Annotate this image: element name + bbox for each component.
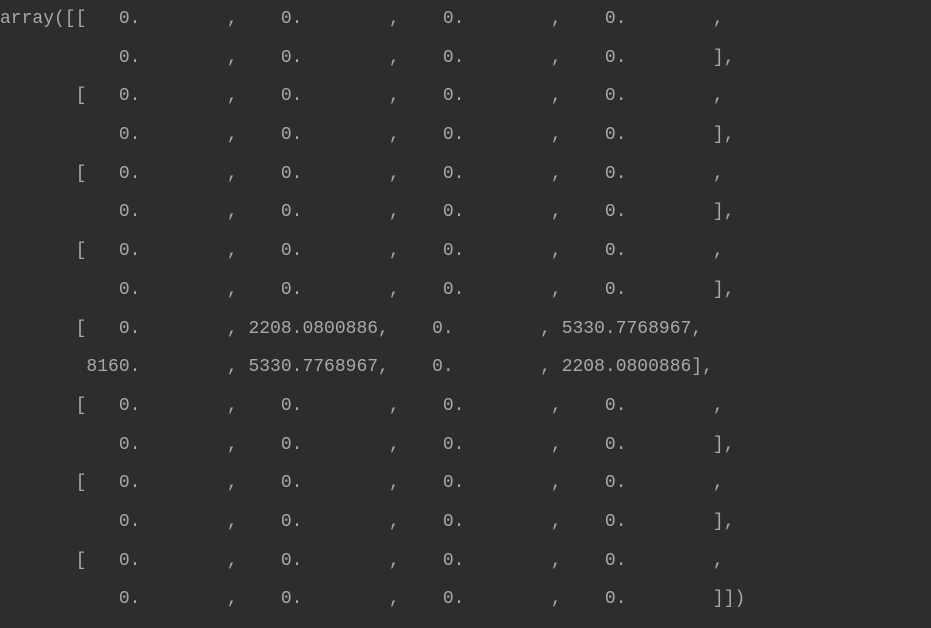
array-text: array([[ 0. , 0. , 0. , 0. , 0. , 0. , 0…	[0, 9, 745, 609]
array-output: array([[ 0. , 0. , 0. , 0. , 0. , 0. , 0…	[0, 0, 931, 619]
